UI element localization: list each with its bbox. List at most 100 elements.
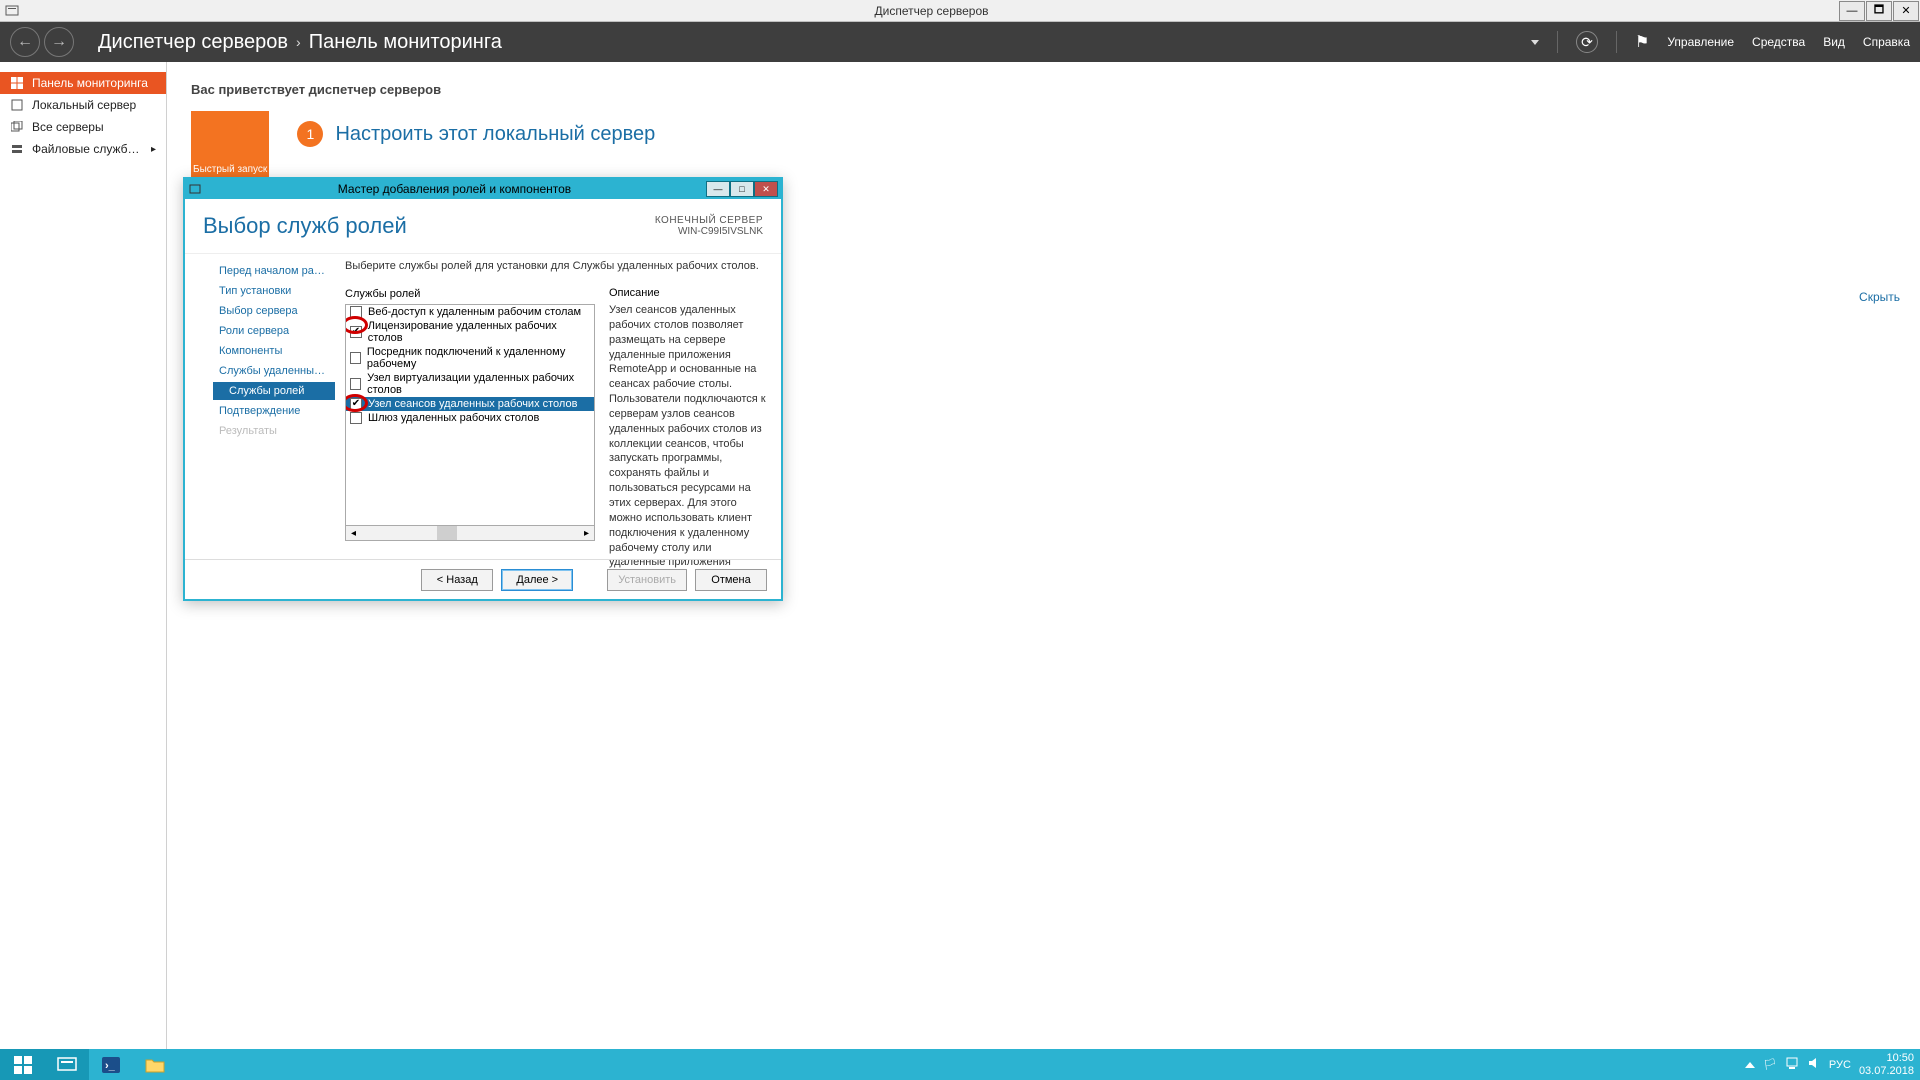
checkbox-icon[interactable] (350, 352, 361, 364)
folder-icon (144, 1055, 166, 1075)
role-item-web-access[interactable]: Веб-доступ к удаленным рабочим столам (346, 305, 594, 319)
nav-back-button[interactable]: ← (10, 27, 40, 57)
sidebar-item-label: Все серверы (32, 120, 104, 134)
tray-clock[interactable]: 10:50 03.07.2018 (1859, 1052, 1914, 1076)
sidebar-item-label: Панель мониторинга (32, 76, 148, 90)
sidebar-item-label: Локальный сервер (32, 98, 136, 112)
dest-server-label: КОНЕЧНЫЙ СЕРВЕР (655, 215, 763, 226)
wizard-maximize-button[interactable]: □ (730, 181, 754, 197)
scroll-left-icon[interactable]: ◂ (346, 528, 361, 539)
tray-overflow-icon[interactable] (1745, 1062, 1755, 1068)
wizard-footer: < Назад Далее > Установить Отмена (185, 559, 781, 599)
role-label: Посредник подключений к удаленному рабоч… (367, 346, 590, 370)
role-label: Веб-доступ к удаленным рабочим столам (368, 306, 581, 318)
flag-icon[interactable]: ⚑ (1635, 32, 1649, 52)
nav-dropdown-icon[interactable] (1531, 40, 1539, 45)
separator (1557, 31, 1558, 53)
quick-start-tile: Быстрый запуск (191, 111, 269, 177)
os-window-title: Диспетчер серверов (24, 4, 1839, 18)
nav-forward-button[interactable]: → (44, 27, 74, 57)
wizard-step-before-you-begin[interactable]: Перед началом работы (213, 262, 335, 280)
tray-network-icon[interactable] (1785, 1056, 1799, 1073)
servers-icon (10, 120, 24, 134)
tray-time: 10:50 (1859, 1052, 1914, 1064)
roles-listbox[interactable]: Веб-доступ к удаленным рабочим столам ✔ … (345, 304, 595, 526)
role-label: Узел сеансов удаленных рабочих столов (368, 398, 577, 410)
wizard-header: Выбор служб ролей КОНЕЧНЫЙ СЕРВЕР WIN-C9… (185, 199, 781, 254)
hide-link[interactable]: Скрыть (1859, 290, 1900, 304)
wizard-next-button[interactable]: Далее > (501, 569, 573, 591)
chevron-right-icon: ▸ (151, 144, 156, 155)
checkbox-icon[interactable] (350, 412, 362, 424)
role-item-licensing[interactable]: ✔ Лицензирование удаленных рабочих столо… (346, 319, 594, 345)
os-close-button[interactable]: ✕ (1893, 1, 1919, 21)
role-item-virtualization-host[interactable]: Узел виртуализации удаленных рабочих сто… (346, 371, 594, 397)
description-text: Узел сеансов удаленных рабочих столов по… (609, 303, 767, 585)
tray-language[interactable]: РУС (1829, 1059, 1851, 1071)
description-label: Описание (609, 287, 767, 299)
wizard-step-server-roles[interactable]: Роли сервера (213, 322, 335, 340)
start-button[interactable] (0, 1049, 45, 1080)
menu-tools[interactable]: Средства (1752, 35, 1805, 49)
wizard-step-server-selection[interactable]: Выбор сервера (213, 302, 335, 320)
separator (1616, 31, 1617, 53)
wizard-cancel-button[interactable]: Отмена (695, 569, 767, 591)
wizard-icon (189, 182, 203, 196)
tray-volume-icon[interactable] (1807, 1056, 1821, 1073)
add-roles-wizard: Мастер добавления ролей и компонентов — … (183, 177, 783, 601)
taskbar-item-powershell[interactable]: ›_ (89, 1049, 133, 1080)
wizard-step-features[interactable]: Компоненты (213, 342, 335, 360)
wizard-install-button: Установить (607, 569, 687, 591)
svg-text:›_: ›_ (105, 1060, 116, 1072)
refresh-icon[interactable]: ⟳ (1576, 31, 1598, 53)
taskbar-item-server-manager[interactable] (45, 1049, 89, 1080)
wizard-window-title: Мастер добавления ролей и компонентов (203, 182, 706, 196)
sidebar-item-local-server[interactable]: Локальный сервер (0, 94, 166, 116)
role-item-connection-broker[interactable]: Посредник подключений к удаленному рабоч… (346, 345, 594, 371)
wizard-steps-nav: Перед началом работы Тип установки Выбор… (185, 254, 335, 559)
wizard-close-button[interactable]: ✕ (754, 181, 778, 197)
sidebar-item-label: Файловые службы и сл... (32, 142, 142, 156)
sidebar-item-file-services[interactable]: Файловые службы и сл... ▸ (0, 138, 166, 160)
checkbox-icon[interactable]: ✔ (350, 398, 362, 410)
wizard-titlebar[interactable]: Мастер добавления ролей и компонентов — … (185, 179, 781, 199)
role-item-session-host[interactable]: ✔ Узел сеансов удаленных рабочих столов (346, 397, 594, 411)
configure-local-server-link[interactable]: Настроить этот локальный сервер (335, 123, 655, 146)
wizard-minimize-button[interactable]: — (706, 181, 730, 197)
app-icon (4, 3, 20, 19)
wizard-heading: Выбор служб ролей (203, 213, 407, 239)
menu-help[interactable]: Справка (1863, 35, 1910, 49)
server-icon (10, 98, 24, 112)
tray-date: 03.07.2018 (1859, 1065, 1914, 1077)
role-item-gateway[interactable]: Шлюз удаленных рабочих столов (346, 411, 594, 425)
menu-view[interactable]: Вид (1823, 35, 1845, 49)
sidebar-item-dashboard[interactable]: Панель мониторинга (0, 72, 166, 94)
wizard-step-confirmation[interactable]: Подтверждение (213, 402, 335, 420)
os-maximize-button[interactable]: 🗖 (1866, 1, 1892, 21)
dest-server-name: WIN-C99I5IVSLNK (655, 226, 763, 237)
breadcrumb-app: Диспетчер серверов (98, 31, 288, 54)
role-label: Шлюз удаленных рабочих столов (368, 412, 539, 424)
menu-manage[interactable]: Управление (1667, 35, 1734, 49)
wizard-step-role-services[interactable]: Службы ролей (213, 382, 335, 400)
role-label: Лицензирование удаленных рабочих столов (368, 320, 590, 344)
powershell-icon: ›_ (100, 1055, 122, 1075)
checkbox-icon[interactable] (350, 306, 362, 318)
wizard-step-rds[interactable]: Службы удаленных рабо... (213, 362, 335, 380)
step-number-badge: 1 (297, 121, 323, 147)
sm-header: ← → Диспетчер серверов › Панель монитори… (0, 22, 1920, 62)
roles-label: Службы ролей (345, 288, 595, 300)
scroll-right-icon[interactable]: ▸ (579, 528, 594, 539)
checkbox-icon[interactable]: ✔ (350, 326, 362, 338)
sidebar-item-all-servers[interactable]: Все серверы (0, 116, 166, 138)
wizard-step-install-type[interactable]: Тип установки (213, 282, 335, 300)
breadcrumb: Диспетчер серверов › Панель мониторинга (98, 31, 502, 54)
taskbar-item-explorer[interactable] (133, 1049, 177, 1080)
file-services-icon (10, 142, 24, 156)
roles-horizontal-scrollbar[interactable]: ◂ ▸ (345, 526, 595, 541)
tray-flag-icon[interactable]: 🏳 (1763, 1058, 1777, 1071)
wizard-back-button[interactable]: < Назад (421, 569, 493, 591)
checkbox-icon[interactable] (350, 378, 361, 390)
os-minimize-button[interactable]: — (1839, 1, 1865, 21)
scroll-thumb[interactable] (437, 526, 457, 540)
